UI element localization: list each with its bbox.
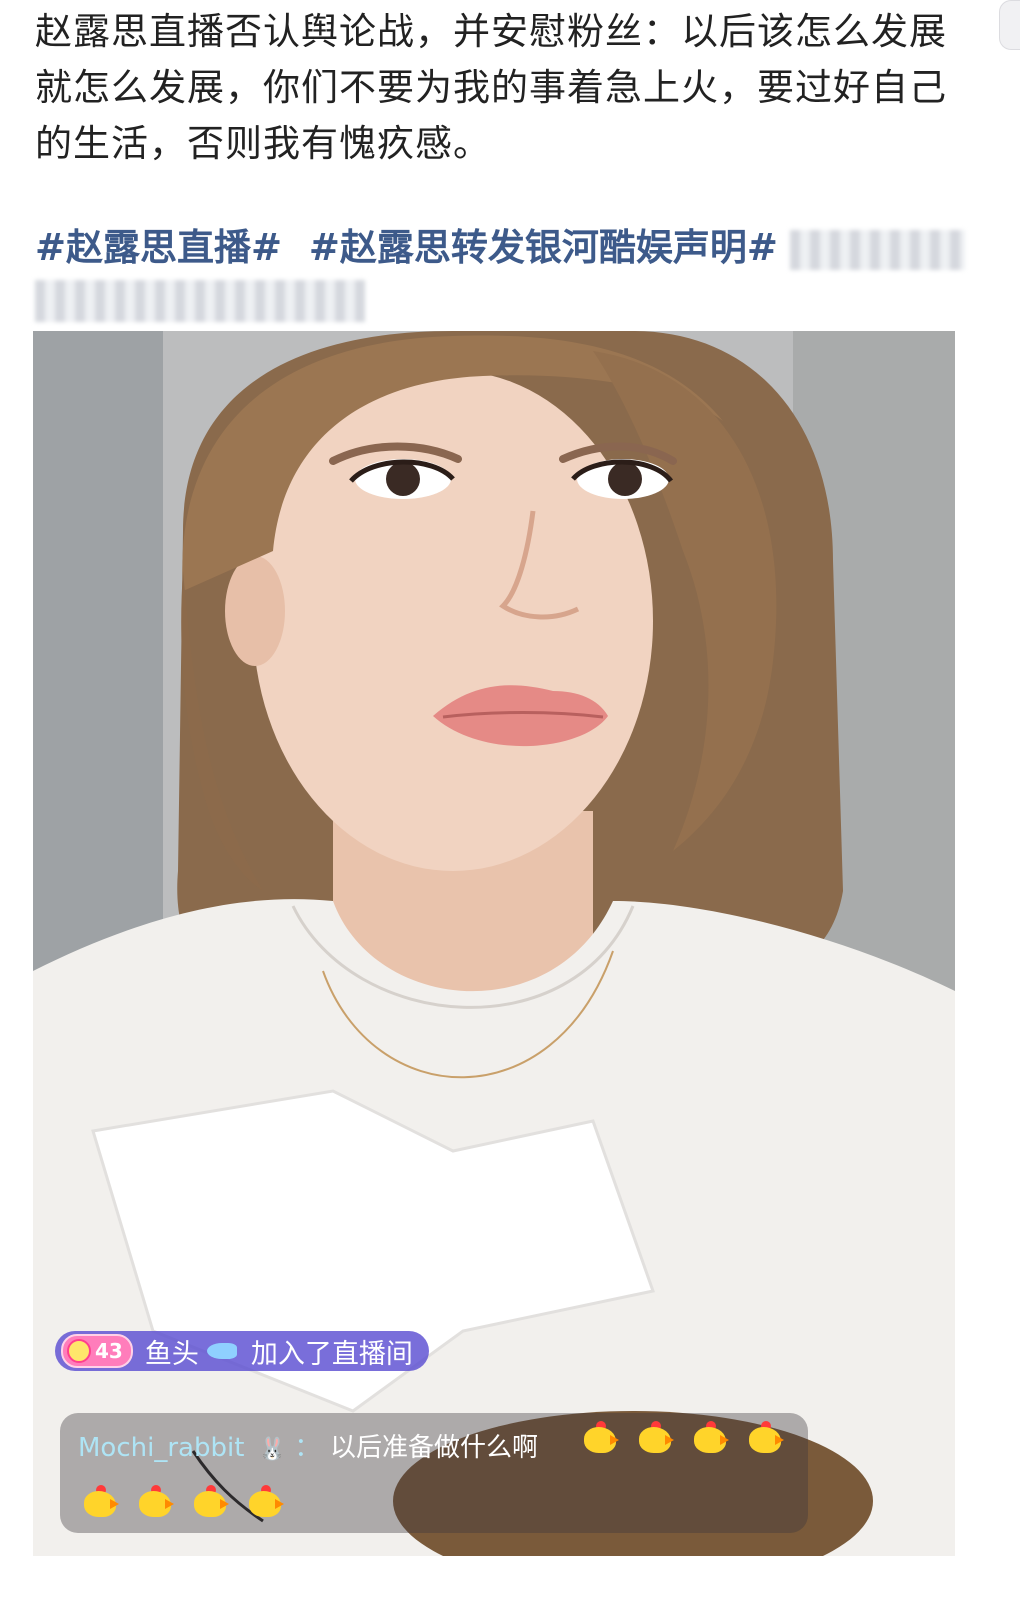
chat-username[interactable]: Mochi_rabbit bbox=[78, 1433, 244, 1463]
chat-separator: ： bbox=[294, 1433, 321, 1463]
user-level-badge: 43 bbox=[61, 1334, 133, 1368]
post-text: 赵露思直播否认舆论战，并安慰粉丝：以后该怎么发展就怎么发展，你们不要为我的事着急… bbox=[35, 10, 947, 165]
chat-username-row: Mochi_rabbit 🐰 ： bbox=[78, 1427, 320, 1464]
chick-emoji-icon bbox=[82, 1485, 120, 1519]
livestream-video[interactable]: 43 鱼头 加入了直播间 Mochi_rabbit 🐰 ： 以后准备做什么啊 bbox=[33, 331, 955, 1556]
user-level: 43 bbox=[95, 1339, 123, 1363]
pupil-right bbox=[608, 462, 642, 496]
chat-message: Mochi_rabbit 🐰 ： 以后准备做什么啊 bbox=[60, 1413, 808, 1533]
chick-emoji-icon bbox=[637, 1421, 675, 1455]
join-user-name: 鱼头 bbox=[144, 1338, 199, 1370]
rabbit-icon: 🐰 bbox=[258, 1437, 287, 1462]
level-gem-icon bbox=[67, 1339, 91, 1363]
chick-emoji-icon bbox=[192, 1485, 230, 1519]
blurred-hashtag bbox=[35, 280, 365, 322]
join-action: 加入了直播间 bbox=[250, 1338, 413, 1370]
chick-emoji-icon bbox=[582, 1421, 620, 1455]
hashtag-repost-statement[interactable]: #赵露思转发银河酷娱声明# bbox=[309, 226, 778, 269]
chick-emoji-icon bbox=[137, 1485, 175, 1519]
hashtag-live[interactable]: #赵露思直播# bbox=[35, 226, 282, 269]
chick-emoji-icon bbox=[247, 1485, 285, 1519]
join-notice: 43 鱼头 加入了直播间 bbox=[55, 1331, 429, 1371]
blurred-hashtag bbox=[790, 230, 965, 270]
scroll-tab[interactable] bbox=[999, 0, 1020, 50]
chick-emoji-icon bbox=[692, 1421, 730, 1455]
ear-left bbox=[225, 556, 285, 666]
chick-emoji-icon bbox=[747, 1421, 785, 1455]
fish-icon bbox=[206, 1343, 237, 1359]
pupil-left bbox=[386, 462, 420, 496]
livestream-frame-illustration bbox=[33, 331, 955, 1556]
chat-text: 以后准备做什么啊 bbox=[330, 1433, 539, 1463]
